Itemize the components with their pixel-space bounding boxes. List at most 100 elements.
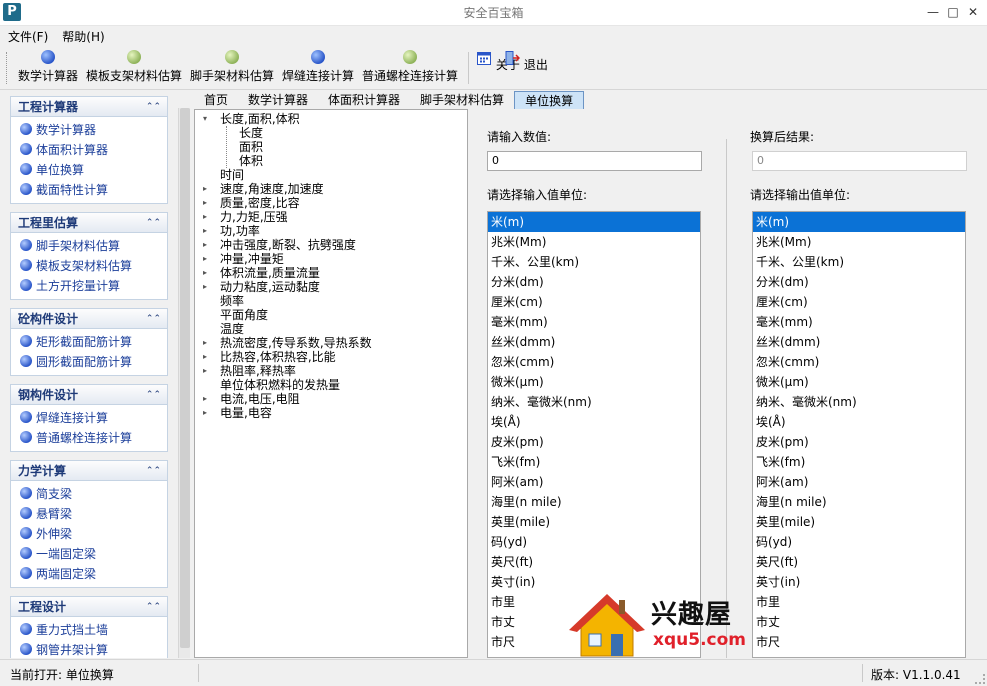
unit-option[interactable]: 分米(dm)	[753, 272, 965, 292]
sidebar-item-overhang-beam[interactable]: 外伸梁	[11, 523, 167, 543]
tree-node[interactable]: 频率	[220, 294, 244, 308]
group-header[interactable]: 钢构件设计 ⌃⌃	[11, 385, 167, 405]
tree-collapsed-arrow-icon[interactable]: ▸	[203, 350, 211, 364]
tree-node[interactable]: 时间	[220, 168, 244, 182]
sidebar-item-retaining-wall[interactable]: 重力式挡土墙	[11, 619, 167, 639]
unit-option[interactable]: 厘米(cm)	[488, 292, 700, 312]
close-button[interactable]: ✕	[965, 4, 981, 20]
toolbar-weld-calc-button[interactable]: 焊缝连接计算	[282, 50, 354, 84]
double-chevron-up-icon[interactable]: ⌃⌃	[146, 314, 161, 324]
sidebar-item-math-calculator[interactable]: 数学计算器	[11, 119, 167, 139]
unit-option[interactable]: 纳米、毫微米(nm)	[753, 392, 965, 412]
output-unit-listbox[interactable]: 米(m) 兆米(Mm) 千米、公里(km) 分米(dm) 厘米(cm) 毫米(mm) 丝米(…	[752, 211, 966, 658]
unit-option[interactable]: 码(yd)	[488, 532, 700, 552]
tree-collapsed-arrow-icon[interactable]: ▸	[203, 182, 211, 196]
tree-node[interactable]: 热流密度,传导系数,导热系数	[220, 336, 372, 350]
unit-option[interactable]: 市丈	[753, 612, 965, 632]
unit-option[interactable]: 微米(μm)	[488, 372, 700, 392]
unit-option[interactable]: 英尺(ft)	[753, 552, 965, 572]
input-value-field[interactable]: 0	[487, 151, 702, 171]
unit-option[interactable]: 埃(Å)	[488, 412, 700, 432]
unit-option[interactable]: 阿米(am)	[488, 472, 700, 492]
tree-node[interactable]: 速度,角速度,加速度	[220, 182, 324, 196]
toolbar-exit-button[interactable]: 退出	[504, 50, 548, 73]
sidebar-item-section-properties[interactable]: 截面特性计算	[11, 179, 167, 199]
tab-unit-conversion[interactable]: 单位换算	[514, 91, 585, 109]
sidebar-scrollbar[interactable]	[178, 108, 190, 658]
resize-grip-icon[interactable]	[975, 674, 985, 684]
unit-option[interactable]: 丝米(dmm)	[488, 332, 700, 352]
tree-node[interactable]: 冲量,冲量矩	[220, 252, 284, 266]
unit-option[interactable]: 分米(dm)	[488, 272, 700, 292]
tree-node[interactable]: 质量,密度,比容	[220, 196, 300, 210]
unit-option[interactable]: 千米、公里(km)	[488, 252, 700, 272]
group-header[interactable]: 工程里估算 ⌃⌃	[11, 213, 167, 233]
unit-option[interactable]: 毫米(mm)	[488, 312, 700, 332]
tree-collapsed-arrow-icon[interactable]: ▸	[203, 224, 211, 238]
unit-option[interactable]: 海里(n mile)	[753, 492, 965, 512]
sidebar-item-weld[interactable]: 焊缝连接计算	[11, 407, 167, 427]
tree-node[interactable]: 电量,电容	[220, 406, 272, 420]
tree-node[interactable]: 功,功率	[220, 224, 260, 238]
sidebar-item-volume-area[interactable]: 体面积计算器	[11, 139, 167, 159]
tree-collapsed-arrow-icon[interactable]: ▸	[203, 266, 211, 280]
unit-option[interactable]: 码(yd)	[753, 532, 965, 552]
group-header[interactable]: 砼构件设计 ⌃⌃	[11, 309, 167, 329]
unit-option[interactable]: 千米、公里(km)	[753, 252, 965, 272]
tab-scaffold[interactable]: 脚手架材料估算	[410, 91, 514, 109]
unit-option[interactable]: 兆米(Mm)	[488, 232, 700, 252]
tab-volume-area[interactable]: 体面积计算器	[318, 91, 410, 109]
unit-option[interactable]: 毫米(mm)	[753, 312, 965, 332]
double-chevron-up-icon[interactable]: ⌃⌃	[146, 602, 161, 612]
tree-node[interactable]: 动力粘度,运动黏度	[220, 280, 320, 294]
tree-node[interactable]: 长度	[239, 126, 263, 140]
tree-node[interactable]: 冲击强度,断裂、抗劈强度	[220, 238, 356, 252]
unit-option[interactable]: 米(m)	[488, 212, 700, 232]
toolbar-formwork-estimate-button[interactable]: 模板支架材料估算	[86, 50, 182, 84]
tree-collapsed-arrow-icon[interactable]: ▸	[203, 392, 211, 406]
double-chevron-up-icon[interactable]: ⌃⌃	[146, 390, 161, 400]
unit-option[interactable]: 阿米(am)	[753, 472, 965, 492]
tree-node[interactable]: 比热容,体积热容,比能	[220, 350, 336, 364]
unit-option[interactable]: 忽米(cmm)	[753, 352, 965, 372]
sidebar-item-scaffold[interactable]: 脚手架材料估算	[11, 235, 167, 255]
toolbar-bolt-calc-button[interactable]: 普通螺栓连接计算	[362, 50, 458, 84]
unit-option[interactable]: 微米(μm)	[753, 372, 965, 392]
tree-node[interactable]: 力,力矩,压强	[220, 210, 288, 224]
unit-option[interactable]: 丝米(dmm)	[753, 332, 965, 352]
tree-collapsed-arrow-icon[interactable]: ▸	[203, 196, 211, 210]
unit-option[interactable]: 皮米(pm)	[753, 432, 965, 452]
sidebar-item-fixed-beam[interactable]: 两端固定梁	[11, 563, 167, 583]
unit-option[interactable]: 飞米(fm)	[753, 452, 965, 472]
menu-file[interactable]: 文件(F)	[8, 28, 48, 45]
unit-option[interactable]: 市尺	[753, 632, 965, 652]
unit-option[interactable]: 忽米(cmm)	[488, 352, 700, 372]
double-chevron-up-icon[interactable]: ⌃⌃	[146, 218, 161, 228]
tree-node[interactable]: 温度	[220, 322, 244, 336]
double-chevron-up-icon[interactable]: ⌃⌃	[146, 466, 161, 476]
tree-node[interactable]: 面积	[239, 140, 263, 154]
toolbar-scaffold-estimate-button[interactable]: 脚手架材料估算	[190, 50, 274, 84]
toolbar-math-calculator-button[interactable]: 数学计算器	[18, 50, 78, 84]
tree-collapsed-arrow-icon[interactable]: ▸	[203, 406, 211, 420]
tree-collapsed-arrow-icon[interactable]: ▸	[203, 336, 211, 350]
unit-option[interactable]: 英里(mile)	[488, 512, 700, 532]
tree-collapsed-arrow-icon[interactable]: ▸	[203, 252, 211, 266]
unit-option[interactable]: 皮米(pm)	[488, 432, 700, 452]
sidebar-item-steel-derrick[interactable]: 钢管井架计算	[11, 639, 167, 658]
sidebar-item-cantilever[interactable]: 悬臂梁	[11, 503, 167, 523]
sidebar-item-unit-conversion[interactable]: 单位换算	[11, 159, 167, 179]
unit-option[interactable]: 纳米、毫微米(nm)	[488, 392, 700, 412]
sidebar-item-propped-beam[interactable]: 一端固定梁	[11, 543, 167, 563]
unit-option[interactable]: 厘米(cm)	[753, 292, 965, 312]
unit-option[interactable]: 市里	[753, 592, 965, 612]
tree-node[interactable]: 长度,面积,体积	[220, 112, 300, 126]
double-chevron-up-icon[interactable]: ⌃⌃	[146, 102, 161, 112]
toolbar-grip[interactable]	[6, 52, 9, 84]
tree-node[interactable]: 电流,电压,电阻	[220, 392, 300, 406]
sidebar-item-circle-section[interactable]: 圆形截面配筋计算	[11, 351, 167, 371]
tree-collapsed-arrow-icon[interactable]: ▸	[203, 280, 211, 294]
maximize-button[interactable]: □	[945, 4, 961, 20]
unit-option[interactable]: 英寸(in)	[488, 572, 700, 592]
minimize-button[interactable]: —	[925, 4, 941, 20]
